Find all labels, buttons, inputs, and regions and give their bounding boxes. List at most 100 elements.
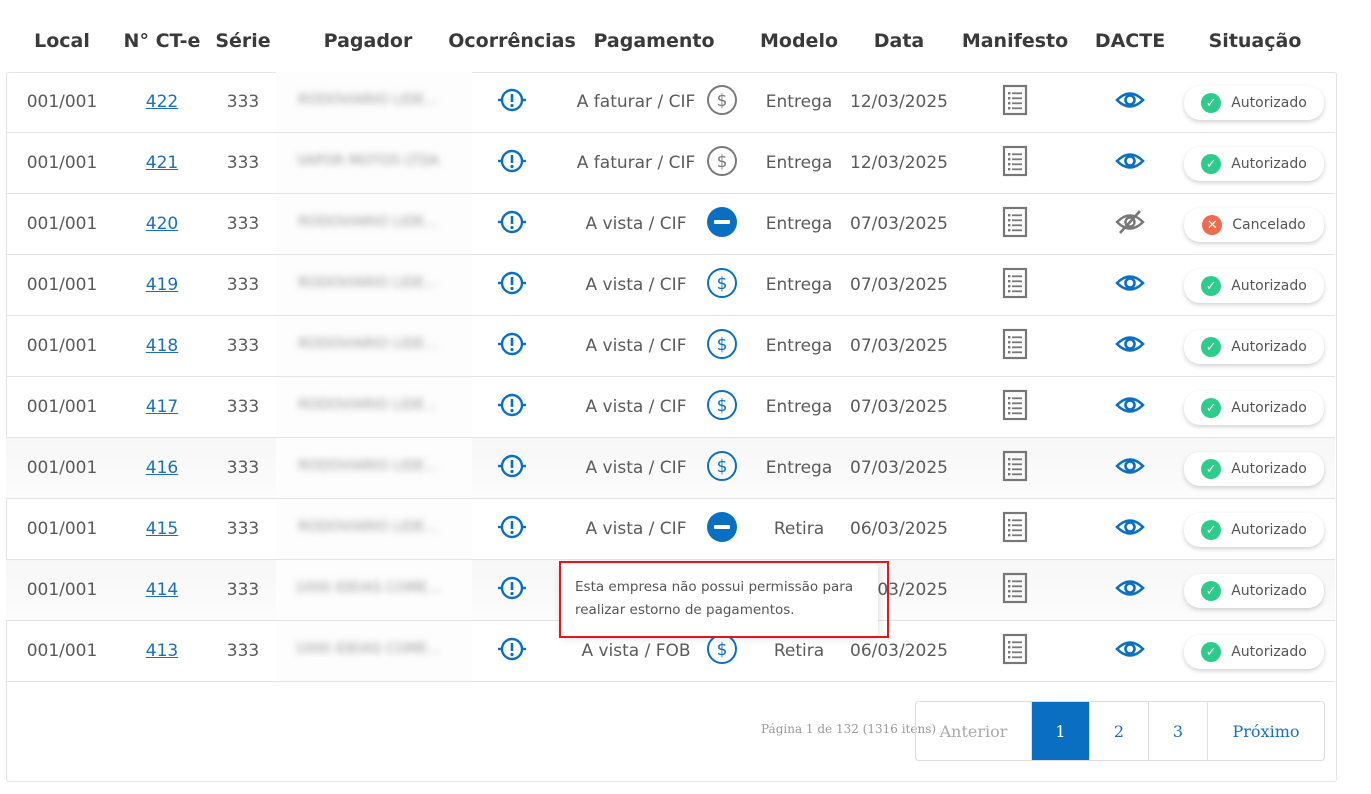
manifesto-button[interactable] — [1002, 438, 1028, 498]
dollar-icon: $ — [706, 328, 738, 365]
dacte-button[interactable] — [1115, 499, 1145, 559]
ocorrencias-button[interactable] — [497, 438, 527, 498]
occurrence-alert-icon — [497, 451, 527, 486]
payment-button[interactable]: $ — [706, 438, 738, 498]
header-cte: N° CT-e — [123, 30, 201, 52]
dollar-icon: $ — [706, 267, 738, 304]
payment-button[interactable]: $ — [706, 255, 738, 315]
ocorrencias-button[interactable] — [497, 377, 527, 437]
dacte-button[interactable] — [1115, 377, 1145, 437]
cte-link[interactable]: 413 — [146, 641, 178, 661]
dacte-button[interactable] — [1115, 621, 1145, 681]
cte-cell: 413 — [146, 621, 178, 681]
manifesto-button[interactable] — [1002, 499, 1028, 559]
cte-link[interactable]: 416 — [146, 458, 178, 478]
page-3-button[interactable]: 3 — [1149, 702, 1208, 760]
modelo-cell: Entrega — [765, 92, 833, 112]
manifesto-button[interactable] — [1002, 560, 1028, 620]
table-row: 001/001 421 333 VAPOR MOTOS LTDA A fatur… — [6, 133, 1335, 194]
occurrence-alert-icon — [497, 207, 527, 242]
dollar-icon: $ — [706, 389, 738, 426]
local-cell: 001/001 — [26, 336, 98, 356]
manifesto-button[interactable] — [1002, 377, 1028, 437]
occurrence-alert-icon — [497, 512, 527, 547]
manifesto-button[interactable] — [1002, 621, 1028, 681]
payment-button[interactable]: $ — [706, 316, 738, 376]
payment-button[interactable] — [706, 499, 738, 559]
pagador-redacted-text: RODOVIARIO LIDE... — [298, 336, 438, 352]
data-cell: 12/03/2025 — [850, 153, 948, 173]
modelo-cell: Entrega — [765, 214, 833, 234]
ocorrencias-button[interactable] — [497, 560, 527, 620]
next-page-button[interactable]: Próximo — [1208, 702, 1324, 760]
pagamento-cell: A faturar / CIF — [576, 92, 696, 112]
manifesto-button[interactable] — [1002, 255, 1028, 315]
local-cell: 001/001 — [26, 153, 98, 173]
payment-button[interactable]: $ — [706, 133, 738, 193]
status-badge: ✓ Autorizado — [1184, 513, 1324, 547]
cte-link[interactable]: 419 — [146, 275, 178, 295]
pagamento-cell: A vista / CIF — [585, 397, 687, 417]
cte-cell: 418 — [146, 316, 178, 376]
cte-link[interactable]: 421 — [146, 153, 178, 173]
prev-page-button[interactable]: Anterior — [916, 702, 1032, 760]
cte-link[interactable]: 422 — [146, 92, 178, 112]
pagador-cell: VAPOR MOTOS LTDA — [288, 133, 448, 193]
pagamento-cell: A vista / CIF — [585, 458, 687, 478]
dacte-button[interactable] — [1115, 72, 1145, 132]
manifesto-button[interactable] — [1002, 133, 1028, 193]
ocorrencias-button[interactable] — [497, 621, 527, 681]
cte-link[interactable]: 414 — [146, 580, 178, 600]
dacte-button[interactable] — [1115, 255, 1145, 315]
ocorrencias-button[interactable] — [497, 72, 527, 132]
manifesto-button[interactable] — [1002, 316, 1028, 376]
cte-link[interactable]: 415 — [146, 519, 178, 539]
payment-button[interactable]: $ — [706, 72, 738, 132]
table-row: 001/001 419 333 RODOVIARIO LIDE... A vis… — [6, 255, 1335, 316]
cte-link[interactable]: 418 — [146, 336, 178, 356]
local-cell: 001/001 — [26, 458, 98, 478]
check-circle-icon: ✓ — [1201, 93, 1222, 113]
manifesto-button[interactable] — [1002, 72, 1028, 132]
dacte-button[interactable] — [1115, 560, 1145, 620]
occurrence-alert-icon — [497, 268, 527, 303]
dacte-button[interactable] — [1115, 438, 1145, 498]
page-1-button[interactable]: 1 — [1032, 702, 1090, 760]
serie-cell: 333 — [226, 580, 260, 600]
ocorrencias-button[interactable] — [497, 316, 527, 376]
cte-link[interactable]: 417 — [146, 397, 178, 417]
page-2-button[interactable]: 2 — [1090, 702, 1149, 760]
document-icon — [1002, 572, 1028, 609]
x-circle-icon: ✕ — [1202, 215, 1223, 235]
ocorrencias-button[interactable] — [497, 499, 527, 559]
manifesto-button[interactable] — [1002, 194, 1028, 254]
payment-button[interactable]: $ — [706, 377, 738, 437]
status-label: Autorizado — [1231, 95, 1307, 111]
pagador-redacted-text: RODOVIARIO LIDE... — [298, 92, 438, 108]
pagador-cell: RODOVIARIO LIDE... — [288, 194, 448, 254]
pagination-info: Página 1 de 132 (1316 itens) — [761, 722, 937, 736]
status-label: Autorizado — [1231, 339, 1307, 355]
header-manifesto: Manifesto — [961, 30, 1069, 52]
dollar-icon: $ — [706, 450, 738, 487]
payment-button[interactable] — [706, 194, 738, 254]
modelo-cell: Entrega — [765, 397, 833, 417]
svg-text:$: $ — [717, 274, 728, 294]
cte-cell: 422 — [146, 72, 178, 132]
header-local: Local — [34, 30, 90, 52]
eye-icon — [1115, 577, 1145, 604]
dacte-button[interactable] — [1115, 133, 1145, 193]
dacte-button[interactable] — [1115, 316, 1145, 376]
check-circle-icon: ✓ — [1201, 398, 1222, 418]
ocorrencias-button[interactable] — [497, 194, 527, 254]
ocorrencias-button[interactable] — [497, 133, 527, 193]
cte-cell: 417 — [146, 377, 178, 437]
cte-link[interactable]: 420 — [146, 214, 178, 234]
document-icon — [1002, 267, 1028, 304]
minus-circle-icon — [706, 206, 738, 243]
modelo-cell: Retira — [773, 519, 825, 539]
dacte-button[interactable] — [1115, 194, 1145, 254]
pagador-cell: RODOVIARIO LIDE... — [288, 499, 448, 559]
check-circle-icon: ✓ — [1201, 520, 1222, 540]
ocorrencias-button[interactable] — [497, 255, 527, 315]
